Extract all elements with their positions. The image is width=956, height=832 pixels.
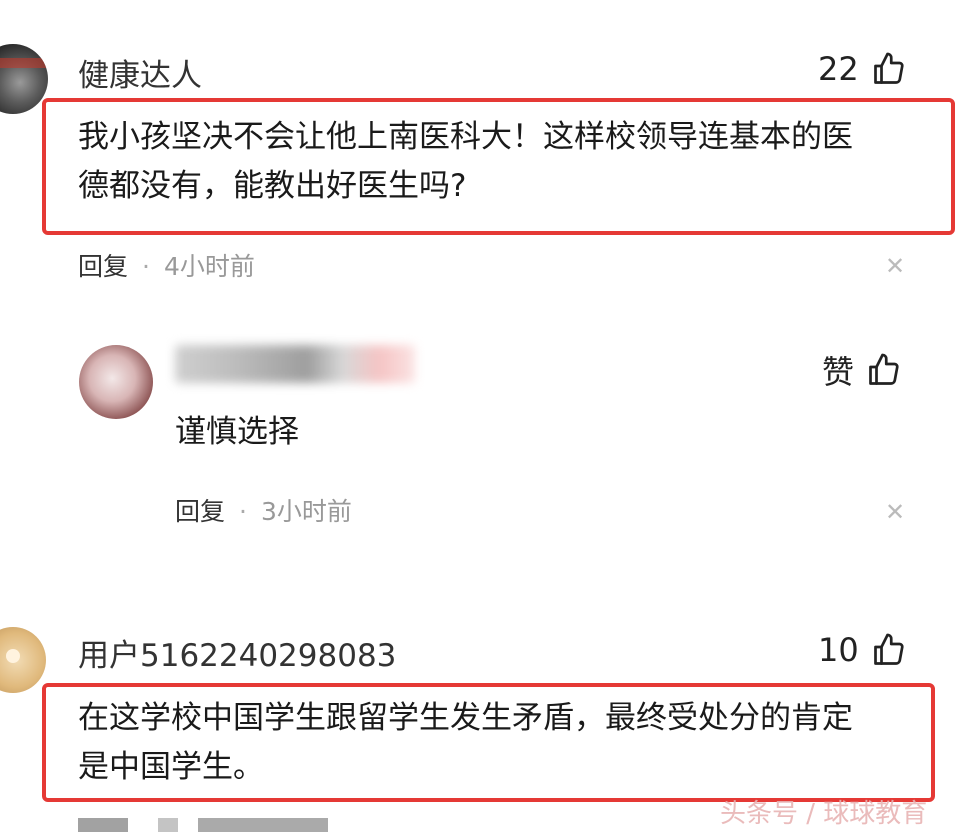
- comment-text-line: 是中国学生。: [78, 749, 264, 785]
- thumbs-up-icon: [871, 632, 907, 668]
- avatar[interactable]: [0, 44, 48, 114]
- comment-meta: 回复 · 3小时前: [175, 492, 352, 528]
- blurred-username: [175, 345, 415, 383]
- thumbs-up-icon: [866, 352, 902, 388]
- like-button[interactable]: 赞: [822, 347, 902, 393]
- reply-button[interactable]: 回复: [175, 497, 225, 526]
- like-button[interactable]: 22: [818, 50, 907, 88]
- close-icon[interactable]: ✕: [885, 500, 905, 524]
- like-count: 10: [818, 631, 859, 669]
- comment-text: 谨慎选择: [175, 414, 299, 450]
- thumbs-up-icon: [871, 51, 907, 87]
- timestamp: 3小时前: [260, 497, 352, 526]
- comment-text: 在这学校中国学生跟留学生发生矛盾，最终受处分的肯定 是中国学生。: [78, 694, 928, 792]
- comment-text: 我小孩坚决不会让他上南医科大！这样校领导连基本的医 德都没有，能教出好医生吗?: [78, 113, 938, 211]
- comment-text-line: 在这学校中国学生跟留学生发生矛盾，最终受处分的肯定: [78, 700, 853, 736]
- close-icon[interactable]: ✕: [885, 254, 905, 278]
- timestamp: 4小时前: [163, 252, 255, 281]
- avatar[interactable]: [0, 627, 46, 693]
- comment-text-line: 德都没有，能教出好医生吗?: [78, 168, 467, 204]
- username[interactable]: 健康达人: [78, 50, 202, 95]
- separator-dot: ·: [142, 252, 150, 281]
- reply-button[interactable]: 回复: [78, 252, 128, 281]
- avatar[interactable]: [79, 345, 153, 419]
- separator-dot: ·: [239, 497, 247, 526]
- watermark: 头条号 / 球球教育: [720, 799, 928, 829]
- like-label: 赞: [822, 353, 855, 391]
- comment-meta: 回复 · 4小时前: [78, 247, 255, 283]
- like-count: 22: [818, 50, 859, 88]
- username[interactable]: 用户5162240298083: [78, 630, 396, 675]
- comment-text-line: 我小孩坚决不会让他上南医科大！这样校领导连基本的医: [78, 119, 853, 155]
- like-button[interactable]: 10: [818, 631, 907, 669]
